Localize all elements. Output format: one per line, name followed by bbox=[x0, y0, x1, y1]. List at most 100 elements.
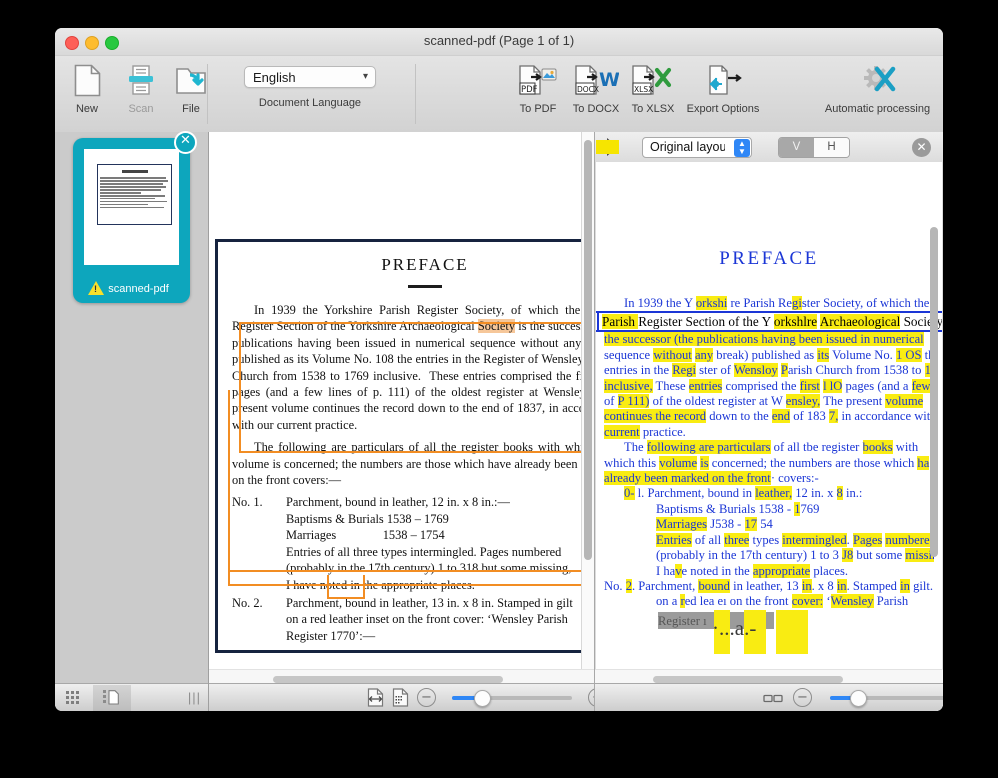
to-docx-button[interactable]: DOCX W To DOCX bbox=[568, 58, 624, 115]
scanned-image-canvas[interactable]: PREFACE In 1939 the Yorkshire Parish Reg… bbox=[209, 132, 582, 670]
recognized-text-canvas[interactable]: PREFACE In 1939 the Y orkshi re Parish R… bbox=[595, 162, 943, 670]
ocr-text: 769 bbox=[800, 501, 820, 516]
ocr-line[interactable]: Baptisms & Burials 1538 - 1769 bbox=[604, 501, 934, 517]
ocr-line[interactable]: which this volume is concerned; the numb… bbox=[604, 455, 934, 471]
ocr-line[interactable]: of P 111) of the oldest register at W en… bbox=[604, 394, 934, 409]
ocr-uncertain-text: Regi bbox=[672, 363, 696, 378]
new-button[interactable]: New bbox=[59, 58, 115, 115]
ocr-text: of bbox=[604, 394, 618, 409]
text-vertical-scrollbar[interactable] bbox=[930, 227, 938, 557]
to-pdf-button[interactable]: PDF To PDF bbox=[510, 58, 566, 115]
ocr-uncertain-text: Entries bbox=[656, 532, 692, 547]
ocr-text: These bbox=[652, 378, 689, 393]
ocr-text: e noted in the bbox=[681, 563, 753, 578]
link-pages-icon[interactable] bbox=[763, 692, 783, 704]
text-pane-toolbar: Original layout ▲ ▼ V H ✕ bbox=[595, 132, 943, 163]
scan-entry: No. 1. Parchment, bound in leather, 12 i… bbox=[232, 494, 581, 592]
ocr-line-list: In 1939 the Y orkshi re Parish Register … bbox=[596, 296, 942, 610]
ocr-uncertain-text: gi bbox=[792, 296, 802, 310]
close-text-pane-icon[interactable]: ✕ bbox=[912, 137, 931, 157]
scan-paragraph-1: In 1939 the Yorkshire Parish Register So… bbox=[232, 303, 582, 432]
ocr-uncertain-text: entries bbox=[688, 378, 723, 393]
to-xlsx-button[interactable]: XLSX To XLSX bbox=[625, 58, 681, 115]
document-language-label: Document Language bbox=[258, 97, 362, 109]
scanned-page: PREFACE In 1939 the Yorkshire Parish Reg… bbox=[215, 239, 582, 654]
ocr-line[interactable]: (probably in the 17th century) 1 to 3 J8… bbox=[604, 548, 934, 563]
export-options-button[interactable]: Export Options bbox=[675, 58, 771, 115]
ocr-text: . Stamped bbox=[846, 578, 901, 593]
split-page-icon[interactable] bbox=[367, 688, 384, 707]
ocr-line[interactable]: continues the record down to the end of … bbox=[604, 409, 934, 424]
svg-text:PDF: PDF bbox=[521, 85, 538, 95]
ocr-uncertain-text: volume bbox=[885, 394, 924, 409]
ocr-uncertain-text: end bbox=[771, 409, 791, 424]
scan-entry-number: No. 1. bbox=[232, 495, 263, 510]
ocr-line[interactable]: Entries of all three types intermingled.… bbox=[604, 532, 934, 548]
ocr-uncertain-text: its bbox=[817, 347, 830, 362]
ocr-line[interactable]: current practice. bbox=[604, 424, 934, 440]
ocr-line[interactable]: The following are particulars of all tbe… bbox=[604, 440, 934, 455]
ocr-line[interactable]: 0- l. Parchment, bound in leather, 12 in… bbox=[604, 486, 934, 501]
highlighter-marker-icon[interactable] bbox=[596, 138, 619, 156]
ocr-uncertain-text: P bbox=[780, 363, 788, 378]
text-zoom-out-button[interactable]: − bbox=[793, 688, 812, 707]
ocr-text: practice. bbox=[639, 424, 686, 439]
scan-entry-line: Parchment, bound in leather, 12 in. x 8 … bbox=[286, 495, 510, 510]
ocr-text: but some bbox=[853, 548, 906, 563]
thumbnail-label: scanned-pdf bbox=[108, 283, 169, 295]
ocr-uncertain-text: volume bbox=[659, 455, 698, 470]
ocr-selected-line[interactable]: Parish Register Section of the Y orkshlr… bbox=[596, 311, 942, 333]
scan-entry-line: Entries of all three types intermingled.… bbox=[286, 544, 562, 559]
grid-view-icon[interactable] bbox=[55, 685, 93, 711]
ocr-line[interactable]: No. 2. Parchment, bound in leather, 13 i… bbox=[604, 578, 934, 594]
ocr-line[interactable]: entries in the Regi ster of Wensloy Pari… bbox=[604, 363, 934, 378]
file-button[interactable]: File bbox=[163, 58, 219, 115]
scan-button-label: Scan bbox=[128, 103, 154, 115]
scan-button[interactable]: Scan bbox=[113, 58, 169, 115]
ocr-smudge-label: Register ı bbox=[658, 613, 707, 628]
text-caret bbox=[597, 313, 599, 331]
to-xlsx-icon: XLSX bbox=[625, 58, 681, 102]
ocr-uncertain-text: leather, bbox=[755, 486, 793, 501]
scan-entry-line: Marriages 1538 – 1754 bbox=[286, 528, 445, 543]
scan-entry-line: on a red leather inset on the front cove… bbox=[286, 612, 568, 627]
orientation-vertical[interactable]: V bbox=[779, 137, 814, 157]
text-zoom-slider[interactable] bbox=[830, 689, 943, 707]
scan-entry-line: Baptisms & Burials 1538 – 1769 bbox=[286, 511, 449, 526]
image-zoom-slider[interactable] bbox=[452, 689, 572, 707]
ocr-text: of the oldest register at W bbox=[649, 394, 786, 409]
ocr-uncertain-text: front bbox=[746, 471, 771, 486]
image-vertical-scrollbar[interactable] bbox=[584, 140, 592, 560]
ocr-line[interactable]: In 1939 the Y orkshi re Parish Register … bbox=[604, 296, 934, 311]
ocr-text: gilt. bbox=[909, 578, 934, 593]
scanner-icon bbox=[113, 58, 169, 102]
ocr-line[interactable]: the successor (the publications having b… bbox=[604, 332, 934, 347]
orientation-toggle[interactable]: V H bbox=[778, 136, 850, 158]
page-view-icon[interactable] bbox=[93, 684, 131, 711]
ocr-line[interactable]: already been marked on the front· covers… bbox=[604, 471, 934, 486]
close-icon[interactable]: ✕ bbox=[174, 131, 197, 154]
ocr-line[interactable]: I have noted in the appropriate places. bbox=[604, 563, 934, 579]
pane-resize-grip[interactable]: ||| bbox=[188, 690, 201, 705]
text-horizontal-scrollbar[interactable] bbox=[653, 676, 843, 683]
orientation-horizontal[interactable]: H bbox=[814, 137, 849, 157]
ocr-line[interactable]: inclusive, These entries comprised the f… bbox=[604, 378, 934, 394]
thumbnail-item[interactable]: scanned-pdf ✕ bbox=[73, 131, 197, 303]
ocr-uncertain-text: first bbox=[799, 378, 820, 393]
zoom-out-button[interactable]: − bbox=[417, 688, 436, 707]
ocr-text: . Parchment, bbox=[632, 578, 699, 593]
ocr-line[interactable]: Marriages J538 - 17 54 bbox=[604, 517, 934, 532]
ocr-line[interactable]: sequence without any break) published as… bbox=[604, 347, 934, 363]
ocr-text: comprised the bbox=[722, 378, 800, 393]
document-language-select[interactable]: English bbox=[244, 66, 376, 88]
pattern-page-icon[interactable] bbox=[392, 688, 409, 707]
ocr-line[interactable]: on a red lea eı on the front cover: ‘Wen… bbox=[604, 594, 934, 609]
ocr-blob-glyphs: ·...a.- bbox=[712, 615, 757, 640]
ocr-text: concerned; the numbers are those which bbox=[708, 455, 918, 470]
open-folder-icon bbox=[163, 58, 219, 102]
image-horizontal-scrollbar[interactable] bbox=[273, 676, 503, 683]
ocr-text: The present bbox=[820, 394, 886, 409]
zoom-in-button[interactable]: + bbox=[588, 688, 594, 707]
automatic-processing-button[interactable]: Automatic processing bbox=[815, 58, 940, 115]
layout-select[interactable]: Original layout bbox=[642, 136, 752, 158]
